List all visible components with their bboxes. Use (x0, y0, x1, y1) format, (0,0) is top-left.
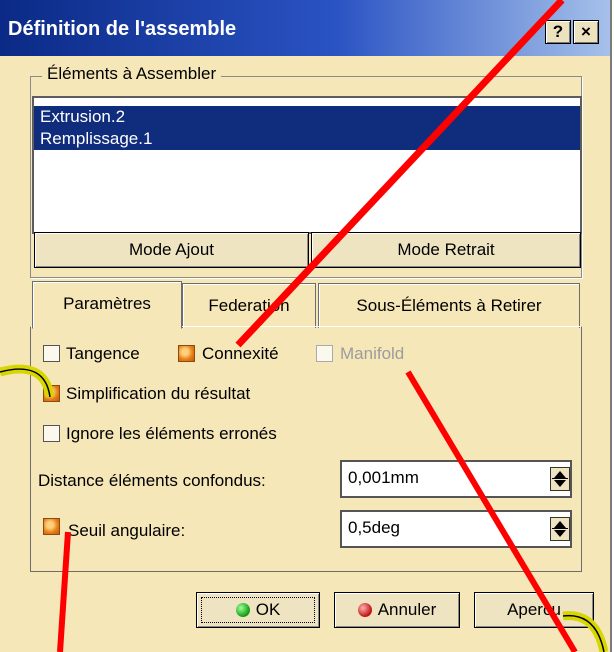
spinner-up-icon[interactable] (554, 521, 566, 528)
list-item-remplissage[interactable]: Remplissage.1 (34, 128, 580, 150)
connexite-checkbox[interactable] (178, 345, 195, 362)
tab-parametres[interactable]: Paramètres (32, 281, 182, 329)
list-item-extrusion[interactable]: Extrusion.2 (34, 106, 580, 128)
mode-add-button[interactable]: Mode Ajout (34, 232, 309, 268)
spinner-down-icon[interactable] (554, 530, 566, 537)
help-button[interactable]: ? (545, 20, 571, 44)
angular-spinner[interactable] (550, 517, 570, 541)
preview-button[interactable]: Apercu (474, 592, 594, 628)
tangence-checkbox[interactable] (43, 345, 60, 362)
simplification-label: Simplification du résultat (66, 384, 251, 403)
angular-threshold-label: Seuil angulaire: (68, 521, 186, 540)
mode-remove-button[interactable]: Mode Retrait (311, 232, 581, 268)
ok-button[interactable]: OK (196, 592, 320, 628)
tangence-label: Tangence (66, 344, 140, 363)
distance-spinner[interactable] (550, 467, 570, 491)
spinner-divider (552, 478, 568, 479)
ok-green-icon (235, 603, 250, 617)
spinner-divider (552, 528, 568, 529)
distance-input[interactable]: 0,001mm (340, 460, 572, 498)
elements-group-legend: Éléments à Assembler (42, 64, 222, 84)
ignore-errors-checkbox[interactable] (43, 425, 60, 442)
spinner-up-icon[interactable] (554, 471, 566, 478)
window-title: Définition de l'assemble (8, 18, 237, 40)
elements-listbox[interactable]: Extrusion.2 Remplissage.1 (32, 96, 582, 234)
cancel-label: Annuler (377, 600, 437, 619)
manifold-checkbox[interactable] (316, 345, 333, 362)
connexite-label: Connexité (202, 344, 279, 363)
angular-threshold-input[interactable]: 0,5deg (340, 510, 572, 548)
ignore-errors-label: Ignore les éléments erronés (66, 424, 277, 443)
simplification-checkbox[interactable] (43, 385, 60, 402)
ok-label: OK (255, 600, 281, 619)
angular-threshold-checkbox[interactable] (43, 518, 60, 535)
tab-sous-elements[interactable]: Sous-Éléments à Retirer (318, 283, 580, 328)
close-button[interactable]: × (573, 20, 599, 44)
cancel-button[interactable]: Annuler (334, 592, 460, 628)
tab-federation[interactable]: Federation (182, 283, 316, 328)
distance-label: Distance éléments confondus: (38, 471, 266, 490)
cancel-red-icon (357, 603, 372, 617)
title-bar[interactable]: Définition de l'assemble ? × (0, 0, 610, 56)
dialog-window: Définition de l'assemble ? × Éléments à … (0, 0, 612, 652)
spinner-down-icon[interactable] (554, 480, 566, 487)
manifold-label: Manifold (340, 344, 405, 363)
